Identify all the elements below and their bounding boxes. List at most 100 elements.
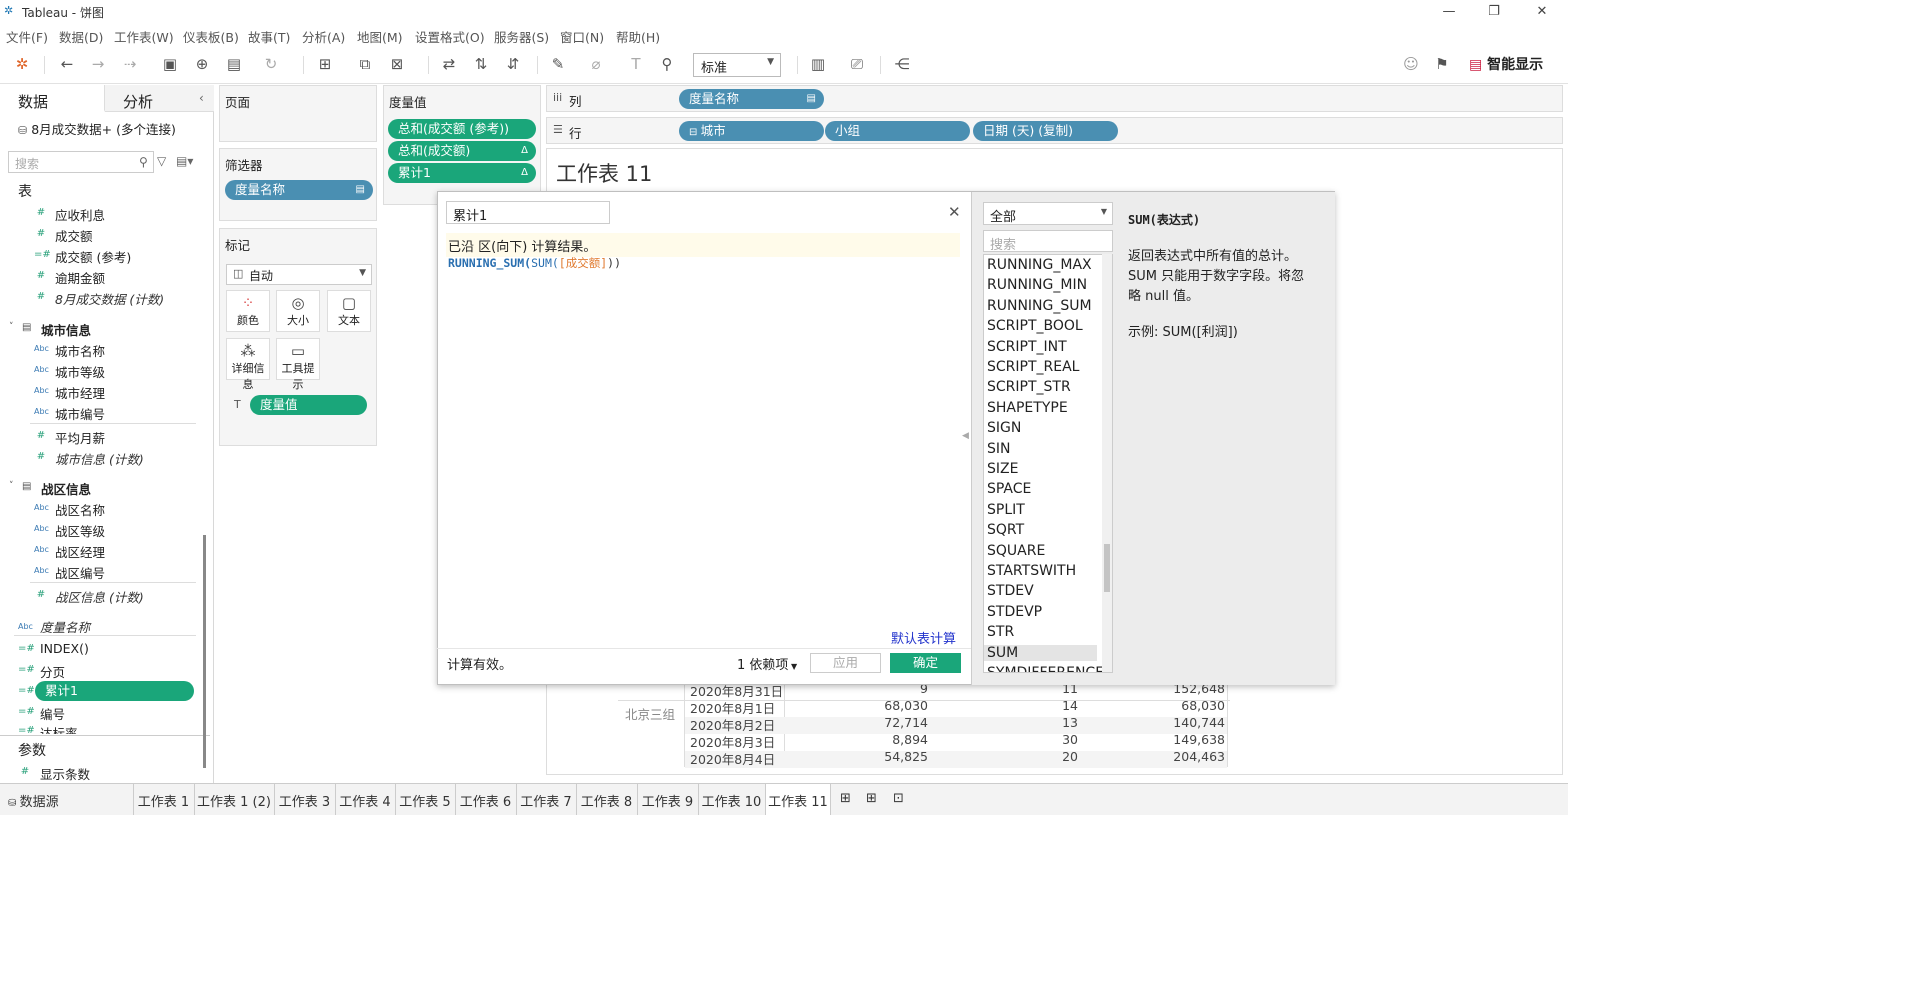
function-item[interactable]: STDEVP <box>987 604 1042 620</box>
formula-code[interactable]: RUNNING_SUM(SUM([成交额])) <box>448 255 621 271</box>
scrollbar[interactable] <box>203 535 206 768</box>
field-item[interactable]: 度量名称 <box>40 617 90 636</box>
labels-icon[interactable]: T <box>626 54 646 74</box>
sheet-tab[interactable]: 工作表 7 <box>516 784 575 815</box>
field-item[interactable]: 应收利息 <box>55 205 105 224</box>
swap-icon[interactable]: ⇄ <box>439 54 459 74</box>
function-item[interactable]: SQUARE <box>987 543 1045 559</box>
group-icon[interactable]: ⌀ <box>586 54 606 74</box>
dependencies-dropdown[interactable]: 1 依赖项 ▼ <box>737 654 797 673</box>
row-pill[interactable]: ⊟ 城市 <box>679 121 824 141</box>
presentation-icon[interactable]: ⎚ <box>847 54 867 74</box>
filters-shelf[interactable]: 筛选器 度量名称 ▤ <box>219 148 377 221</box>
field-item[interactable]: 城市信息 (计数) <box>55 449 144 468</box>
field-item[interactable]: INDEX() <box>40 641 89 656</box>
new-worksheet-tab-icon[interactable]: ⊞ <box>840 791 851 806</box>
sheet-tab[interactable]: 工作表 3 <box>274 784 334 815</box>
function-item[interactable]: SPACE <box>987 481 1031 497</box>
menu-map[interactable]: 地图(M) <box>357 27 403 46</box>
collapse-pane-icon[interactable]: ‹ <box>199 91 204 105</box>
field-item[interactable]: 逾期金额 <box>55 268 105 287</box>
default-table-calc-link[interactable]: 默认表计算 <box>891 628 956 647</box>
pages-shelf[interactable]: 页面 <box>219 85 377 142</box>
function-item[interactable]: SCRIPT_REAL <box>987 359 1079 375</box>
new-story-tab-icon[interactable]: ⊡ <box>893 791 904 806</box>
new-dashboard-tab-icon[interactable]: ⊞ <box>866 791 877 806</box>
sheet-tab[interactable]: 工作表 11 <box>765 784 831 815</box>
share-icon[interactable]: ⋲ <box>892 54 912 74</box>
restore-button[interactable]: ❐ <box>1479 2 1509 22</box>
row-pill[interactable]: 小组 <box>825 121 970 141</box>
field-item[interactable]: 成交额 <box>55 226 93 245</box>
highlight-icon[interactable]: ✎ <box>548 54 568 74</box>
clear-sheet-icon[interactable]: ⊠ <box>387 54 407 74</box>
sort-desc-icon[interactable]: ⇵ <box>503 54 523 74</box>
field-item[interactable]: 战区经理 <box>55 542 105 561</box>
field-item[interactable]: 达标率 <box>40 723 78 734</box>
show-cards-icon[interactable]: ▥ <box>808 54 828 74</box>
view-options-icon[interactable]: ▤▾ <box>176 154 193 168</box>
field-item[interactable]: 成交额 (参考) <box>55 247 131 266</box>
sheet-tab[interactable]: 工作表 5 <box>395 784 454 815</box>
duplicate-icon[interactable]: ⧉ <box>355 54 375 74</box>
tab-analysis[interactable]: 分析 <box>105 85 214 112</box>
function-list[interactable]: RUNNING_MAX RUNNING_MIN RUNNING_SUM SCRIPT_… <box>983 254 1113 673</box>
function-item[interactable]: SHAPETYPE <box>987 400 1068 416</box>
column-pill[interactable]: 度量名称 ▤ <box>679 89 824 109</box>
label-button[interactable]: ▢ 文本 <box>327 290 371 332</box>
ok-button[interactable]: 确定 <box>890 653 961 673</box>
rows-shelf[interactable]: ☰ 行 ⊟ 城市 小组 日期 (天) (复制) <box>546 117 1563 144</box>
menu-file[interactable]: 文件(F) <box>6 27 48 46</box>
pin-icon[interactable]: ⚲ <box>657 54 677 74</box>
function-list-scrollbar[interactable] <box>1102 254 1112 672</box>
close-icon[interactable]: ✕ <box>948 203 961 221</box>
measure-pill[interactable]: 总和(成交额 (参考)) <box>388 119 536 139</box>
menu-window[interactable]: 窗口(N) <box>560 27 604 46</box>
group-city[interactable]: 城市信息 <box>41 320 91 339</box>
mark-pill[interactable]: 度量值 <box>250 395 367 415</box>
field-search-input[interactable]: 搜索 ⚲ <box>8 151 154 173</box>
minimize-button[interactable]: — <box>1434 2 1464 22</box>
field-item[interactable]: 编号 <box>40 704 65 723</box>
detail-button[interactable]: ⁂ 详细信息 <box>226 338 270 391</box>
columns-shelf[interactable]: iii 列 度量名称 ▤ <box>546 85 1563 112</box>
function-item[interactable]: STDEV <box>987 583 1034 599</box>
field-item[interactable]: 战区名称 <box>55 500 105 519</box>
field-item[interactable]: 平均月薪 <box>55 428 105 447</box>
sheet-tab[interactable]: 工作表 1 (2) <box>194 784 273 815</box>
redo-icon[interactable]: → <box>88 54 108 74</box>
field-item-selected[interactable]: 累计1 <box>35 681 194 701</box>
collapse-functions-icon[interactable]: ◀ <box>962 431 969 441</box>
tab-data[interactable]: 数据 <box>0 85 105 112</box>
calc-name-input[interactable]: 累计1 <box>446 201 610 224</box>
field-item[interactable]: 分页 <box>40 662 65 681</box>
function-item[interactable]: RUNNING_MAX <box>987 257 1092 273</box>
apply-button[interactable]: 应用 <box>810 653 881 673</box>
function-item[interactable]: SIGN <box>987 420 1021 436</box>
field-item[interactable]: 城市等级 <box>55 362 105 381</box>
function-item[interactable]: SCRIPT_BOOL <box>987 318 1083 334</box>
sheet-tab[interactable]: 工作表 10 <box>698 784 764 815</box>
menu-analysis[interactable]: 分析(A) <box>302 27 345 46</box>
new-worksheet-icon[interactable]: ⊞ <box>315 54 335 74</box>
function-item[interactable]: STR <box>987 624 1014 640</box>
function-item[interactable]: RUNNING_MIN <box>987 277 1087 293</box>
function-item[interactable]: SCRIPT_INT <box>987 339 1067 355</box>
function-item[interactable]: RUNNING_SUM <box>987 298 1092 314</box>
connection-label[interactable]: ⛁ 8月成交数据+ (多个连接) <box>18 119 176 138</box>
function-item[interactable]: STARTSWITH <box>987 563 1076 579</box>
filter-icon[interactable]: ▽ <box>157 154 166 168</box>
field-item[interactable]: 8月成交数据 (计数) <box>55 289 164 308</box>
tableau-home-icon[interactable]: ✲ <box>12 54 32 74</box>
param-item[interactable]: 显示条数 <box>40 764 90 783</box>
function-item[interactable]: SIN <box>987 441 1011 457</box>
field-item[interactable]: 城市名称 <box>55 341 105 360</box>
menu-worksheet[interactable]: 工作表(W) <box>114 27 174 46</box>
ask-data-icon[interactable]: ☺ <box>1401 54 1421 74</box>
sheet-tab[interactable]: 工作表 8 <box>576 784 636 815</box>
measure-pill[interactable]: 累计1 Δ <box>388 163 536 183</box>
function-item[interactable]: SPLIT <box>987 502 1025 518</box>
sheet-tab[interactable]: 工作表 9 <box>637 784 697 815</box>
show-me-button[interactable]: ▤ 智能显示 <box>1469 54 1543 74</box>
formula-editor[interactable]: 已沿 区(向下) 计算结果。 <box>446 233 960 257</box>
